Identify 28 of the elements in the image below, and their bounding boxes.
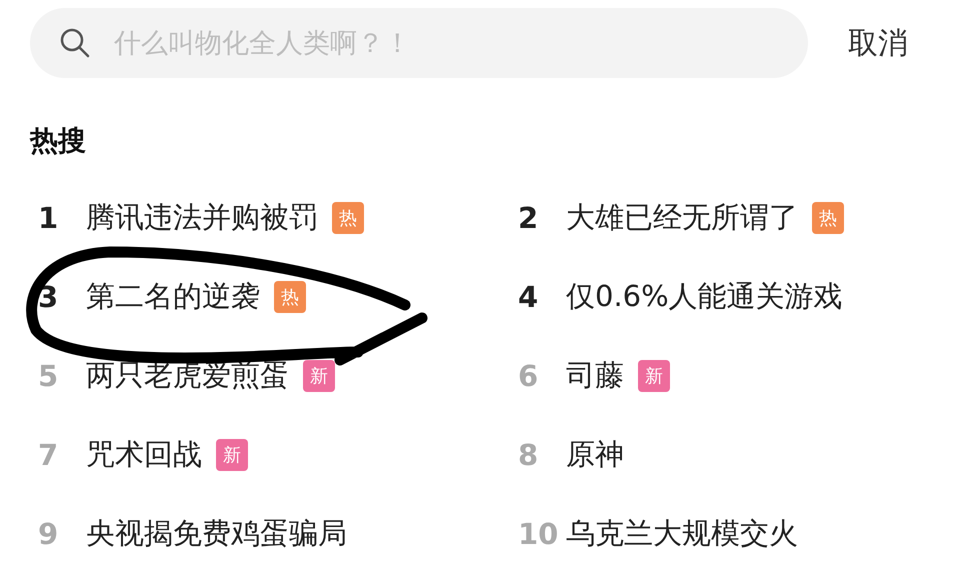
trending-topic[interactable]: 乌克兰大规模交火 bbox=[566, 514, 798, 554]
rank-number: 2 bbox=[518, 200, 540, 234]
trending-topic[interactable]: 央视揭免费鸡蛋骗局 bbox=[86, 514, 347, 554]
topic-badge: 热 bbox=[332, 202, 364, 234]
rank-number: 4 bbox=[518, 280, 540, 314]
topic-badge: 热 bbox=[812, 202, 844, 234]
cancel-button[interactable]: 取消 bbox=[848, 22, 908, 64]
topic-badge: 新 bbox=[216, 438, 248, 470]
rank-number: 1 bbox=[38, 200, 60, 234]
topic-badge: 新 bbox=[303, 360, 335, 392]
rank-number: 9 bbox=[38, 516, 60, 550]
topic-badge: 热 bbox=[274, 280, 306, 312]
topic-badge: 新 bbox=[638, 360, 670, 392]
rank-number: 6 bbox=[518, 358, 540, 392]
search-icon bbox=[60, 28, 90, 58]
trending-topic[interactable]: 仅0.6%人能通关游戏 bbox=[566, 276, 843, 316]
trending-topic[interactable]: 腾讯违法并购被罚 bbox=[86, 198, 318, 238]
trending-topic[interactable]: 大雄已经无所谓了 bbox=[566, 198, 798, 238]
rank-number: 7 bbox=[38, 438, 60, 472]
trending-topic[interactable]: 第二名的逆袭 bbox=[86, 276, 260, 316]
section-title: 热搜 bbox=[30, 123, 87, 159]
rank-number: 10 bbox=[518, 516, 560, 550]
trending-topic[interactable]: 原神 bbox=[566, 434, 624, 474]
rank-number: 5 bbox=[38, 358, 60, 392]
trending-topic[interactable]: 司藤 bbox=[566, 356, 624, 396]
rank-number: 3 bbox=[38, 280, 60, 314]
trending-topic[interactable]: 咒术回战 bbox=[86, 434, 202, 474]
rank-number: 8 bbox=[518, 438, 540, 472]
